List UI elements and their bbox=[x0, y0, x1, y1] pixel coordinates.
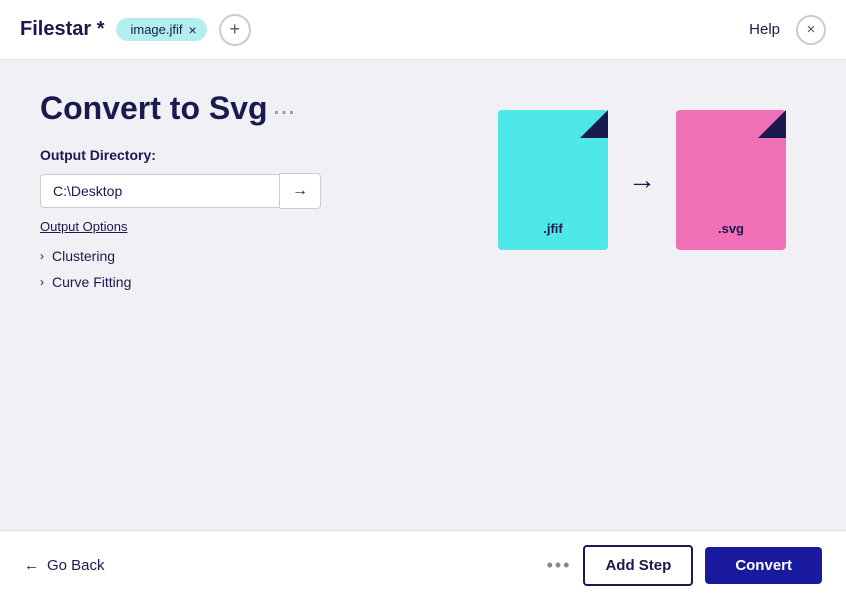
source-file-corner bbox=[580, 110, 608, 138]
file-tag-close-icon[interactable]: × bbox=[189, 23, 197, 37]
convert-button[interactable]: Convert bbox=[705, 547, 822, 584]
page-title-text: Convert to Svg bbox=[40, 90, 268, 127]
option-clustering[interactable]: › Clustering bbox=[40, 248, 806, 264]
chevron-right-icon: › bbox=[40, 249, 44, 263]
more-options-button[interactable]: ••• bbox=[547, 555, 572, 576]
header-right: Help × bbox=[749, 15, 826, 45]
output-options-link[interactable]: Output Options bbox=[40, 219, 127, 234]
option-curve-fitting[interactable]: › Curve Fitting bbox=[40, 274, 806, 290]
source-file-card: .jfif bbox=[498, 110, 608, 250]
footer: ← Go Back ••• Add Step Convert bbox=[0, 530, 846, 600]
target-file-corner bbox=[758, 110, 786, 138]
footer-right: ••• Add Step Convert bbox=[547, 545, 822, 586]
header-left: Filestar * image.jfif × + bbox=[20, 14, 251, 46]
directory-input-row: → bbox=[40, 173, 340, 209]
close-button[interactable]: × bbox=[796, 15, 826, 45]
main-content: Convert to Svg ... Output Directory: → O… bbox=[0, 60, 846, 530]
file-tag-label: image.jfif bbox=[130, 22, 182, 37]
go-back-button[interactable]: ← Go Back bbox=[24, 557, 105, 574]
directory-browse-button[interactable]: → bbox=[280, 173, 321, 209]
file-tag: image.jfif × bbox=[116, 18, 206, 41]
source-file-ext: .jfif bbox=[543, 221, 563, 236]
help-link[interactable]: Help bbox=[749, 21, 780, 38]
arrow-connector: → bbox=[628, 164, 656, 196]
directory-input[interactable] bbox=[40, 174, 280, 208]
go-back-arrow-icon: ← bbox=[24, 557, 39, 574]
header: Filestar * image.jfif × + Help × bbox=[0, 0, 846, 60]
conversion-illustration: .jfif → .svg bbox=[498, 110, 786, 250]
options-list: › Clustering › Curve Fitting bbox=[40, 248, 806, 290]
target-file-card: .svg bbox=[676, 110, 786, 250]
add-file-button[interactable]: + bbox=[219, 14, 251, 46]
app-title: Filestar * bbox=[20, 18, 104, 41]
add-step-button[interactable]: Add Step bbox=[583, 545, 693, 586]
title-dots: ... bbox=[274, 97, 297, 120]
target-file-ext: .svg bbox=[718, 221, 744, 236]
option-curve-fitting-label: Curve Fitting bbox=[52, 274, 131, 290]
go-back-label: Go Back bbox=[47, 557, 105, 574]
chevron-right-icon-2: › bbox=[40, 275, 44, 289]
option-clustering-label: Clustering bbox=[52, 248, 115, 264]
